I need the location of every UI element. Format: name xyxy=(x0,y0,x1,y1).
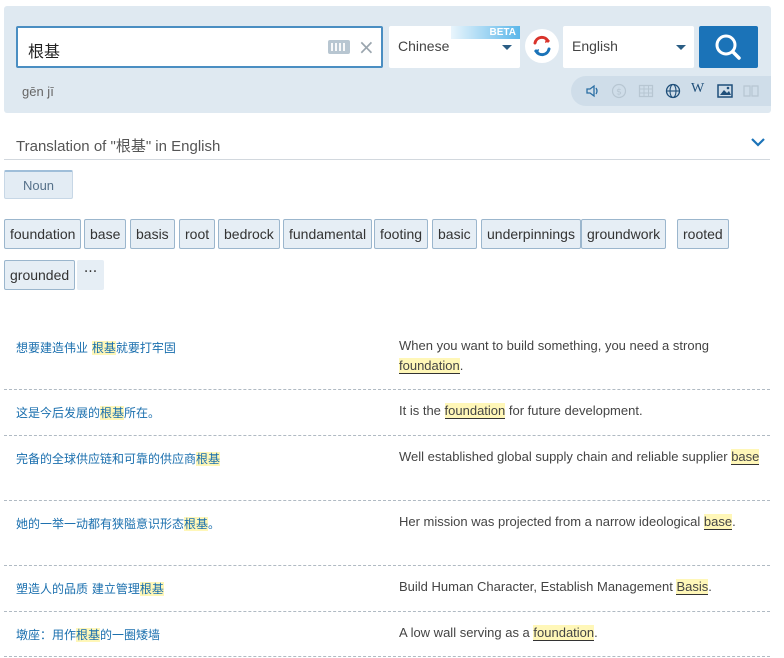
example-source: 塑造人的品质 建立管理根基 xyxy=(16,582,164,596)
search-query-text: 根基 xyxy=(28,42,61,61)
speaker-icon[interactable] xyxy=(585,83,601,99)
source-language-label: Chinese xyxy=(398,38,450,54)
swap-arrows-icon xyxy=(533,35,551,57)
search-button[interactable] xyxy=(699,26,758,68)
search-icon xyxy=(715,34,741,60)
example-divider xyxy=(4,611,770,612)
example-divider xyxy=(4,565,770,566)
divider xyxy=(4,159,770,160)
example-source: 她的一举一动都有狭隘意识形态根基。 xyxy=(16,517,221,531)
translation-chip[interactable]: underpinnings xyxy=(481,219,581,249)
translation-chip[interactable]: rooted xyxy=(677,219,729,249)
translation-heading: Translation of "根基" in English xyxy=(16,138,221,155)
tab-noun[interactable]: Noun xyxy=(4,170,73,199)
example-translation: When you want to build something, you ne… xyxy=(399,338,710,374)
book-icon[interactable] xyxy=(743,83,759,99)
example-translation: Well established global supply chain and… xyxy=(399,449,760,465)
example-source: 想要建造伟业 根基就要打牢固 xyxy=(16,341,176,355)
translation-chip[interactable]: grounded xyxy=(4,260,76,290)
example-translation: It is the foundation for future developm… xyxy=(399,403,643,419)
clear-icon[interactable]: × xyxy=(358,34,375,60)
example-divider xyxy=(4,389,770,390)
tools-toolbar: $ W xyxy=(571,76,771,106)
example-divider xyxy=(4,435,770,436)
chevron-down-icon xyxy=(502,45,512,50)
currency-icon[interactable]: $ xyxy=(611,83,627,99)
translation-chip[interactable]: root xyxy=(179,219,216,249)
image-icon[interactable] xyxy=(717,83,733,99)
translation-chip[interactable]: basic xyxy=(432,219,477,249)
translation-chip[interactable]: foundation xyxy=(4,219,82,249)
wikipedia-icon[interactable]: W xyxy=(691,81,704,97)
translation-chip[interactable]: fundamental xyxy=(283,219,373,249)
globe-icon[interactable] xyxy=(665,83,681,99)
search-panel: 根基 × Chinese BETA English gēn jī $ W xyxy=(4,6,771,113)
target-language-label: English xyxy=(572,38,618,54)
translation-chip[interactable]: base xyxy=(84,219,127,249)
search-input[interactable]: 根基 × xyxy=(16,26,383,68)
example-divider xyxy=(4,656,770,657)
translation-chip[interactable]: footing xyxy=(374,219,429,249)
chevron-down-icon[interactable] xyxy=(750,136,766,148)
keyboard-icon[interactable] xyxy=(328,40,350,54)
example-translation: Her mission was projected from a narrow … xyxy=(399,514,736,530)
target-language-select[interactable]: English xyxy=(563,26,694,68)
more-translations-button[interactable]: ··· xyxy=(77,260,104,290)
svg-text:$: $ xyxy=(616,88,622,98)
example-source: 完备的全球供应链和可靠的供应商根基 xyxy=(16,452,221,466)
translation-chip[interactable]: groundwork xyxy=(581,219,667,249)
chevron-down-icon xyxy=(676,45,686,50)
example-translation: Build Human Character, Establish Managem… xyxy=(399,579,712,595)
example-divider xyxy=(4,500,770,501)
swap-languages-button[interactable] xyxy=(525,29,559,63)
translation-chip[interactable]: basis xyxy=(130,219,175,249)
translation-chip[interactable]: bedrock xyxy=(218,219,280,249)
example-source: 墩座：用作根基的一圈矮墙 xyxy=(16,628,161,642)
example-translation: A low wall serving as a foundation. xyxy=(399,625,598,641)
pinyin-text: gēn jī xyxy=(22,84,54,99)
example-source: 这是今后发展的根基所在。 xyxy=(16,406,161,420)
beta-badge: BETA xyxy=(451,26,520,39)
grid-icon[interactable] xyxy=(638,83,654,99)
